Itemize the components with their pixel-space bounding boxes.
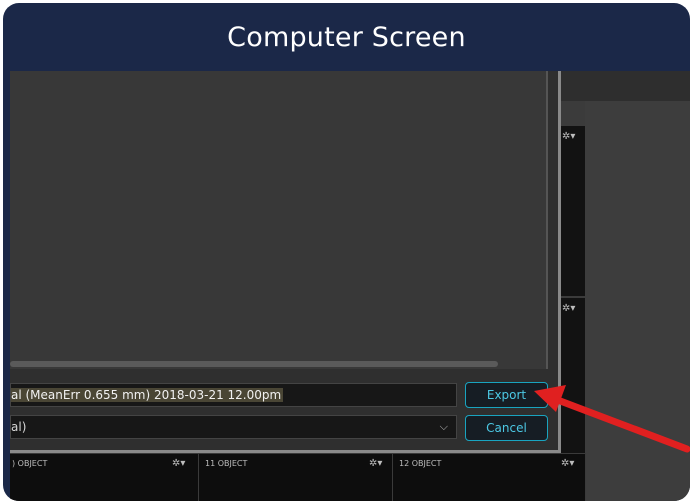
screen-frame: Computer Screen ✲▾ ✲▾ al (MeanErr 0.655 … <box>3 3 690 501</box>
red-arrow-annotation <box>534 385 690 453</box>
